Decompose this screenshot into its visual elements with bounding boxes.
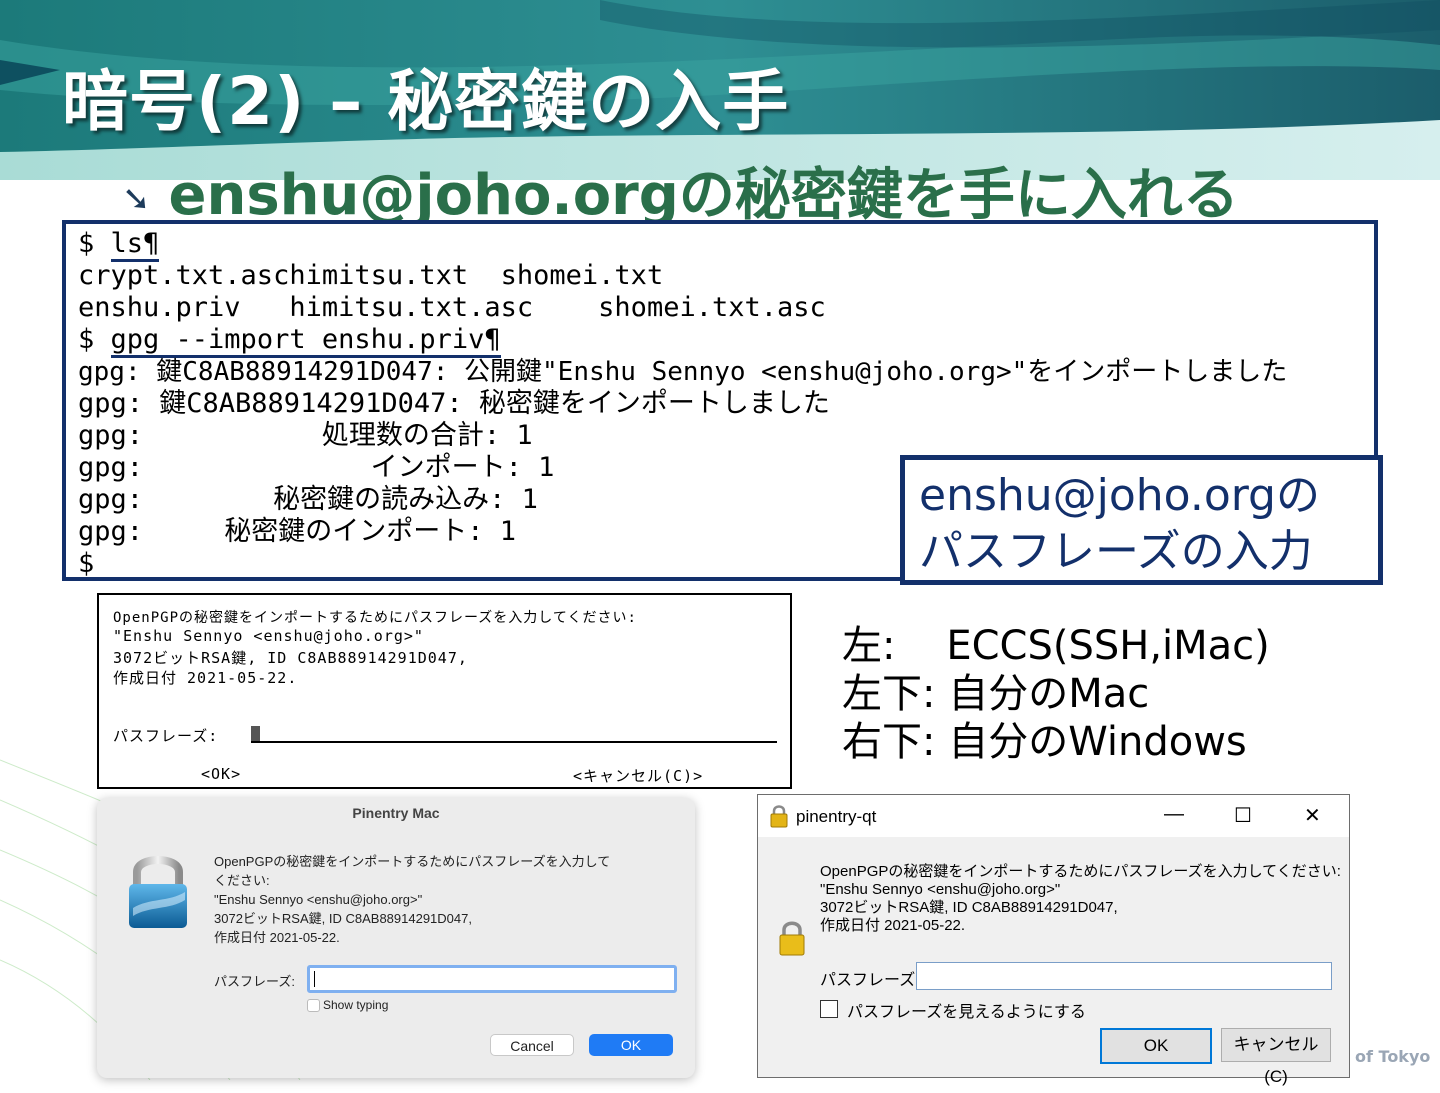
bullet-line: ➘ enshu@joho.orgの秘密鍵を手に入れる [122, 150, 1239, 231]
command-gpg-import: gpg --import enshu.priv¶ [110, 324, 501, 358]
pinentry-qt-dialog: pinentry-qt — ☐ ✕ OpenPGPの秘密鍵をインポートするために… [757, 794, 1350, 1086]
terminal-line: gpg: 鍵C8AB88914291D047: 秘密鍵をインポートしました [78, 388, 830, 419]
terminal-line: $ gpg --import enshu.priv¶ [78, 324, 501, 358]
platform-notes: 左: ECCS(SSH,iMac) 左下: 自分のMac 右下: 自分のWind… [842, 622, 1270, 766]
curses-passphrase-input[interactable] [251, 725, 777, 743]
win-dialog-message: OpenPGPの秘密鍵をインポートするためにパスフレーズを入力してください: "… [820, 863, 1341, 934]
terminal-prompt: $ [78, 548, 95, 579]
minimize-button[interactable]: — [1164, 803, 1184, 826]
curses-cancel-button[interactable]: <キャンセル(C)> [573, 765, 703, 786]
terminal-line: gpg: 処理数の合計: 1 [78, 420, 533, 451]
bullet-arrow-icon: ➘ [122, 178, 151, 219]
note-bottom-left: 左下: 自分のMac [842, 671, 1150, 717]
terminal-line: enshu.priv himitsu.txt.asc shomei.txt.as… [78, 292, 826, 323]
window-title-bar: pinentry-qt — ☐ ✕ [758, 795, 1349, 837]
curses-pinentry-dialog: OpenPGPの秘密鍵をインポートするためにパスフレーズを入力してください: "… [97, 593, 792, 789]
note-left: 左: ECCS(SSH,iMac) [842, 623, 1270, 669]
lock-icon [770, 805, 788, 828]
bullet-text: enshu@joho.orgの秘密鍵を手に入れる [168, 163, 1239, 228]
mac-show-typing-label: Show typing [323, 998, 389, 1012]
terminal-line: crypt.txt.aschimitsu.txt shomei.txt [78, 260, 664, 291]
lock-icon [779, 921, 805, 956]
command-ls: ls¶ [110, 228, 160, 262]
mac-dialog-message: OpenPGPの秘密鍵をインポートするためにパスフレーズを入力して ください: … [214, 854, 611, 945]
win-show-passphrase-checkbox[interactable] [820, 1000, 838, 1018]
terminal-line: gpg: 秘密鍵のインポート: 1 [78, 516, 517, 547]
pinentry-mac-dialog: Pinentry Mac OpenPGPの秘密鍵をインポートするためにパスフレー… [97, 798, 695, 1078]
mac-ok-button[interactable]: OK [589, 1034, 673, 1056]
mac-cancel-button[interactable]: Cancel [490, 1034, 574, 1056]
footer-text: of Tokyo [1355, 1047, 1431, 1066]
terminal-line: gpg: 秘密鍵の読み込み: 1 [78, 484, 538, 515]
curses-message-1: OpenPGPの秘密鍵をインポートするためにパスフレーズを入力してください: [113, 610, 637, 626]
win-ok-button[interactable]: OK [1100, 1028, 1212, 1064]
close-button[interactable]: ✕ [1304, 803, 1321, 828]
curses-message-2: "Enshu Sennyo <enshu@joho.org>" [113, 627, 424, 645]
curses-message-3: 3072ビットRSA鍵, ID C8AB88914291D047, [113, 649, 468, 667]
slide-title: 暗号(2) – 秘密鍵の入手 [62, 63, 790, 140]
win-show-passphrase-label: パスフレーズを見えるようにする [847, 1004, 1086, 1021]
mac-passphrase-input[interactable] [307, 965, 677, 993]
callout-line-1: enshu@joho.orgの [919, 470, 1320, 521]
terminal-line: $ ls¶ [78, 228, 160, 262]
win-cancel-button[interactable]: キャンセル(C) [1221, 1028, 1331, 1086]
win-passphrase-input[interactable] [916, 962, 1332, 990]
curses-ok-button[interactable]: <OK> [201, 765, 241, 783]
window-title: pinentry-qt [796, 807, 877, 826]
callout-box: enshu@joho.orgの パスフレーズの入力 [900, 455, 1383, 585]
curses-passphrase-label: パスフレーズ: [113, 727, 219, 745]
lock-icon [129, 856, 187, 928]
mac-show-typing-checkbox[interactable] [307, 999, 320, 1012]
callout-line-2: パスフレーズの入力 [919, 526, 1313, 577]
curses-message-4: 作成日付 2021-05-22. [113, 669, 298, 687]
mac-dialog-title: Pinentry Mac [352, 805, 440, 821]
curses-cursor [251, 726, 260, 741]
win-passphrase-label: パスフレーズ: [820, 972, 920, 989]
note-bottom-right: 右下: 自分のWindows [842, 719, 1247, 765]
terminal-line: gpg: 鍵C8AB88914291D047: 公開鍵"Enshu Sennyo… [78, 357, 1288, 387]
text-caret [314, 971, 315, 987]
terminal-line: gpg: インポート: 1 [78, 452, 555, 483]
mac-passphrase-label: パスフレーズ: [214, 974, 295, 989]
maximize-button[interactable]: ☐ [1234, 803, 1252, 828]
